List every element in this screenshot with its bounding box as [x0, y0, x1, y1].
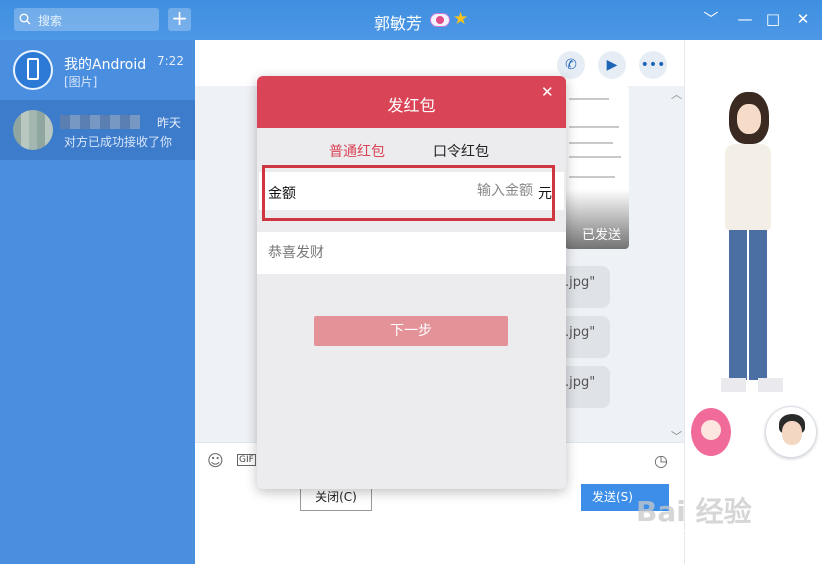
- file-name: .jpg": [565, 375, 596, 390]
- conversation-time: 昨天: [157, 116, 182, 130]
- file-name: .jpg": [565, 325, 596, 340]
- next-step-button[interactable]: 下一步: [314, 316, 508, 346]
- chat-title: 郭敏芳: [374, 14, 423, 33]
- conversation-item[interactable]: 我的Android 7:22 [图片]: [0, 40, 195, 100]
- maximize-icon[interactable]: □: [764, 10, 782, 28]
- red-packet-dialog: 发红包 ✕ 普通红包 口令红包 金额 元 下一步: [257, 76, 566, 489]
- conversation-preview: 对方已成功接收了你: [64, 135, 173, 149]
- file-message[interactable]: .jpg": [559, 366, 610, 408]
- avatar[interactable]: [765, 406, 817, 458]
- show-panel: [684, 40, 822, 564]
- title-bar: 搜索 + 郭敏芳 ★ ﹀ — □ ✕: [0, 0, 822, 40]
- conversation-list: 我的Android 7:22 [图片] 昨天 对方已成功接收了你: [0, 40, 195, 564]
- add-button[interactable]: +: [168, 8, 191, 31]
- qq-vip-icon: [430, 13, 450, 27]
- emoji-icon[interactable]: ☺: [207, 451, 224, 470]
- qq-show-character: [715, 92, 787, 402]
- file-name: .jpg": [565, 275, 596, 290]
- watermark-url: jingyan.baidu.com: [634, 526, 745, 540]
- greeting-field[interactable]: [268, 242, 548, 264]
- phone-icon: [27, 58, 39, 80]
- conversation-name: 我的Android: [64, 57, 147, 73]
- phone-icon[interactable]: ✆: [557, 51, 585, 79]
- highlight-annotation: [262, 165, 555, 221]
- scroll-up-icon[interactable]: ︿: [671, 86, 682, 102]
- star-icon: ★: [453, 9, 469, 29]
- conversation-name-blurred: [60, 115, 140, 129]
- collapse-icon[interactable]: ﹀: [702, 10, 720, 28]
- dialog-header: 发红包 ✕: [257, 76, 566, 128]
- conversation-time: 7:22: [157, 54, 184, 68]
- dialog-title: 发红包: [387, 96, 436, 115]
- minimize-icon[interactable]: —: [736, 10, 754, 28]
- baidu-watermark: Bai 经验 jingyan.baidu.com: [624, 490, 822, 564]
- sent-status: 已发送: [582, 228, 622, 243]
- search-input[interactable]: 搜索: [14, 8, 159, 31]
- watermark-brand: Bai 经验: [636, 495, 752, 528]
- tab-password-packet[interactable]: 口令红包: [433, 141, 489, 161]
- android-device-avatar: [13, 50, 53, 90]
- conversation-item-active[interactable]: 昨天 对方已成功接收了你: [0, 100, 195, 160]
- gif-icon[interactable]: GIF: [237, 454, 256, 466]
- file-message[interactable]: .jpg": [559, 266, 610, 308]
- close-icon[interactable]: ✕: [541, 83, 554, 101]
- greeting-row: [257, 232, 566, 274]
- pink-character-sticker: [685, 402, 741, 462]
- search-placeholder: 搜索: [38, 14, 63, 28]
- avatar: [13, 110, 53, 150]
- file-message[interactable]: .jpg": [559, 316, 610, 358]
- tab-normal-packet[interactable]: 普通红包: [329, 141, 385, 161]
- conversation-preview: [图片]: [64, 75, 98, 89]
- search-icon: [19, 13, 31, 25]
- more-icon[interactable]: •••: [639, 51, 667, 79]
- video-icon[interactable]: ▶: [598, 51, 626, 79]
- history-icon[interactable]: ◷: [654, 451, 668, 470]
- window-close-icon[interactable]: ✕: [794, 10, 812, 28]
